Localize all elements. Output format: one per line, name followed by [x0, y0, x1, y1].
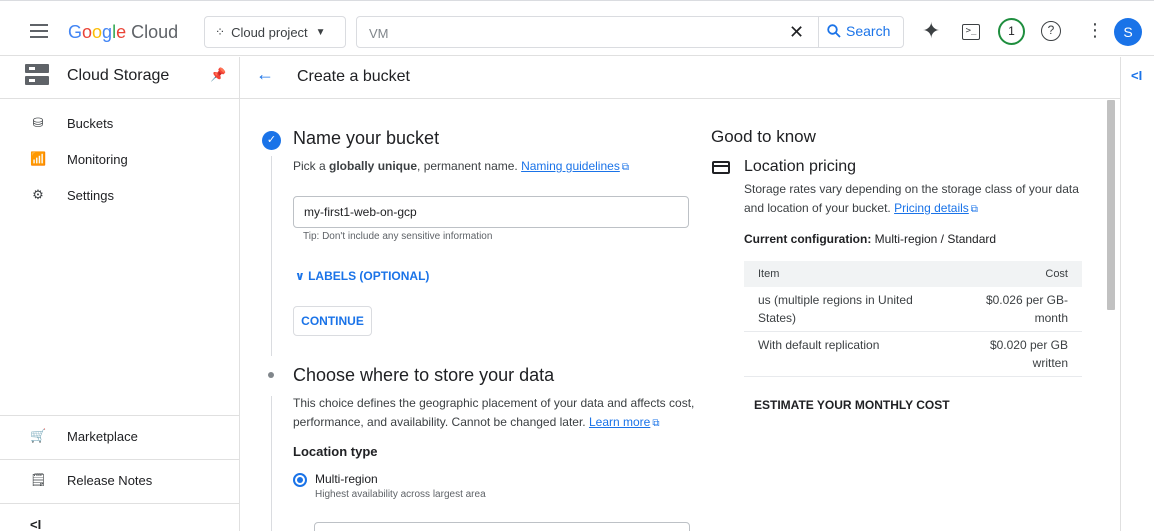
search-button-label: Search: [846, 23, 891, 39]
sidebar-divider: [0, 459, 240, 460]
sidebar-item-settings[interactable]: ⚙ Settings: [0, 179, 240, 213]
good-to-know-title: Good to know: [711, 127, 816, 146]
estimate-monthly-cost-link[interactable]: ESTIMATE YOUR MONTHLY COST: [754, 398, 950, 412]
back-arrow-icon[interactable]: ←: [256, 64, 274, 85]
top-bar: Google Cloud ⁘ Cloud project ▼ ✕ Search …: [0, 10, 1154, 56]
naming-guidelines-link[interactable]: Naming guidelines: [521, 159, 620, 173]
sidebar-divider: [0, 415, 240, 416]
step1-description: Pick a globally unique, permanent name. …: [293, 159, 629, 173]
sidebar: Cloud Storage 📌 ⛁ Buckets 📶 Monitoring ⚙…: [0, 57, 240, 531]
chevron-down-icon: ∨: [295, 269, 305, 283]
external-link-icon: ⧉: [621, 162, 629, 173]
top-divider: [0, 0, 1154, 1]
column-header-cost: Cost: [944, 261, 1082, 287]
step-complete-check-icon: ✓: [262, 131, 281, 150]
step2-title: Choose where to store your data: [293, 365, 555, 385]
clear-search-icon[interactable]: ✕: [789, 22, 804, 43]
search-input[interactable]: [369, 23, 789, 43]
learn-more-link[interactable]: Learn more: [589, 415, 650, 429]
sidebar-title: Cloud Storage: [67, 67, 170, 84]
continue-button[interactable]: CONTINUE: [293, 306, 372, 336]
table-cell: $0.020 per GB written: [944, 331, 1082, 377]
table-cell: us (multiple regions in United States): [744, 287, 944, 332]
collapse-sidebar-icon[interactable]: <I: [30, 517, 41, 531]
table-cell: $0.026 per GB-month: [944, 287, 1082, 332]
search-button[interactable]: Search: [827, 23, 890, 39]
google-cloud-logo[interactable]: Google Cloud: [68, 22, 178, 43]
bucket-name-input[interactable]: [293, 196, 689, 228]
pricing-details-link[interactable]: Pricing details: [894, 201, 969, 215]
more-options-icon[interactable]: ⋮: [1086, 21, 1104, 39]
search-box: ✕ Search: [356, 16, 904, 48]
notes-icon: 🗒: [30, 472, 47, 487]
search-icon: [827, 24, 841, 38]
chart-icon: 📶: [30, 151, 47, 166]
page-header: ← Create a bucket: [240, 57, 1120, 99]
pin-icon[interactable]: 📌: [210, 67, 226, 83]
stepper-line: [271, 156, 272, 356]
cloud-shell-icon[interactable]: >_: [962, 24, 980, 40]
sidebar-item-buckets[interactable]: ⛁ Buckets: [0, 107, 240, 141]
bucket-name-tip: Tip: Don't include any sensitive informa…: [303, 231, 493, 242]
cart-icon: 🛒: [30, 428, 47, 443]
sidebar-item-release-notes[interactable]: 🗒 Release Notes: [0, 464, 240, 498]
stepper-line: [271, 396, 272, 531]
bucket-icon: ⛁: [32, 115, 44, 130]
hamburger-menu-icon[interactable]: [30, 24, 48, 38]
sidebar-header: Cloud Storage 📌: [0, 57, 240, 99]
sidebar-item-monitoring[interactable]: 📶 Monitoring: [0, 143, 240, 177]
page-title: Create a bucket: [297, 68, 410, 85]
table-row: us (multiple regions in United States) $…: [744, 287, 1082, 332]
right-rail: <I: [1120, 57, 1154, 531]
search-divider: [818, 17, 819, 47]
external-link-icon: ⧉: [970, 204, 978, 215]
avatar[interactable]: S: [1114, 18, 1142, 46]
notifications-badge[interactable]: 1: [998, 18, 1025, 45]
table-header-row: Item Cost: [744, 261, 1082, 287]
location-pricing-title: Location pricing: [744, 158, 857, 175]
sidebar-item-marketplace[interactable]: 🛒 Marketplace: [0, 420, 240, 454]
multi-region-label[interactable]: Multi-region: [315, 472, 378, 486]
cloud-storage-icon: [25, 64, 49, 86]
caret-down-icon: ▼: [315, 26, 326, 38]
cost-table: Item Cost us (multiple regions in United…: [744, 261, 1082, 377]
project-picker-button[interactable]: ⁘ Cloud project ▼: [204, 16, 346, 48]
location-type-heading: Location type: [293, 444, 378, 459]
step-pending-dot: [268, 372, 274, 378]
external-link-icon: ⧉: [652, 418, 660, 429]
multi-region-radio[interactable]: [293, 473, 307, 487]
expand-panel-icon[interactable]: <I: [1131, 68, 1142, 83]
gemini-sparkle-icon[interactable]: ✦: [922, 20, 940, 42]
project-picker-label: Cloud project: [231, 24, 308, 40]
sidebar-divider: [0, 503, 240, 504]
gear-icon: ⚙: [32, 187, 44, 202]
labels-optional-toggle[interactable]: ∨ LABELS (OPTIONAL): [295, 269, 429, 283]
multi-region-sublabel: Highest availability across largest area: [315, 489, 486, 500]
location-pricing-description: Storage rates vary depending on the stor…: [744, 182, 1079, 215]
step2-description: This choice defines the geographic place…: [293, 396, 695, 429]
help-icon[interactable]: ?: [1041, 21, 1061, 41]
credit-card-icon: [712, 161, 730, 174]
column-header-item: Item: [744, 261, 944, 287]
table-cell: With default replication: [744, 331, 944, 377]
step1-title: Name your bucket: [293, 128, 440, 148]
table-row: With default replication $0.020 per GB w…: [744, 331, 1082, 377]
project-dots-icon: ⁘: [215, 25, 226, 39]
scrollbar[interactable]: [1107, 100, 1115, 310]
current-configuration: Current configuration: Multi-region / St…: [744, 232, 997, 246]
region-select-box[interactable]: [314, 522, 690, 531]
